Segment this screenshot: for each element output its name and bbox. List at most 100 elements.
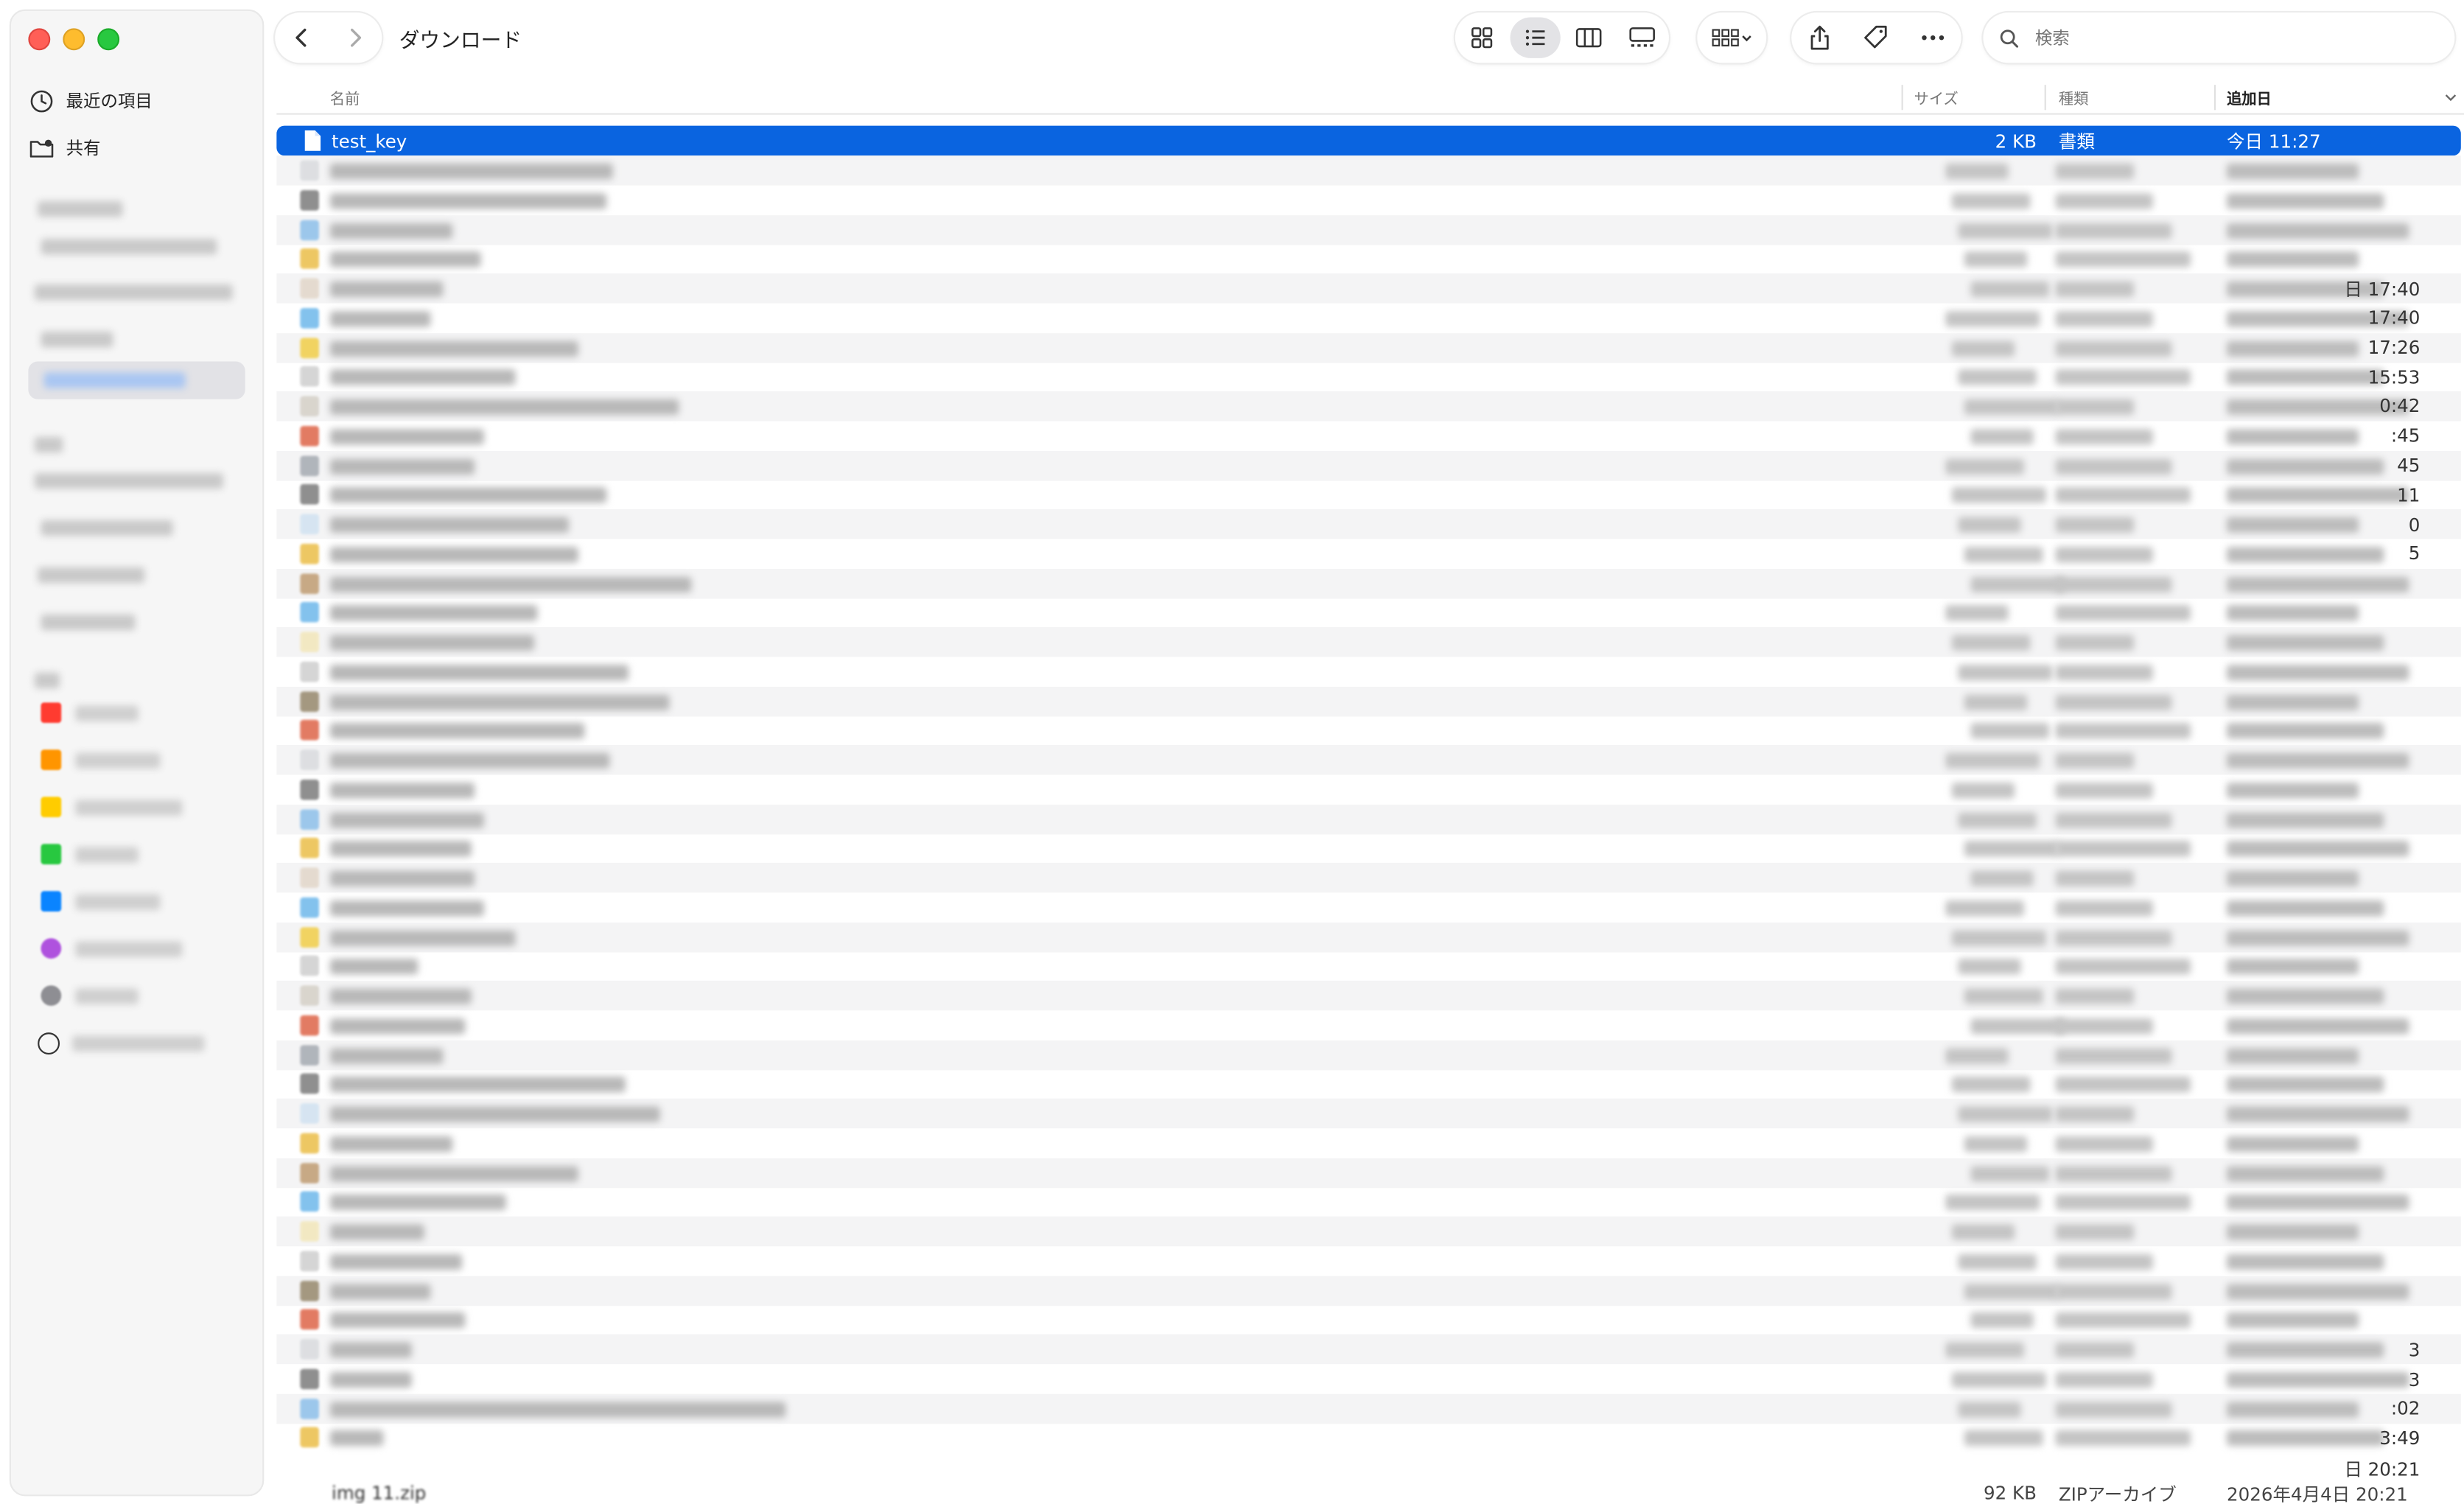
file-row[interactable] (276, 1216, 2461, 1247)
file-row-last[interactable]: img 11.zip 92 KB ZIPアーカイブ 2026年4月4日 20:2… (276, 1482, 2460, 1504)
group-by-icon (1712, 29, 1751, 46)
file-row[interactable] (276, 598, 2460, 628)
tag-button[interactable] (1851, 17, 1901, 57)
back-button[interactable] (275, 13, 329, 63)
file-row[interactable] (276, 1069, 2460, 1099)
file-row[interactable] (276, 1010, 2460, 1040)
file-row[interactable] (276, 833, 2460, 864)
gallery-view-button[interactable] (1617, 17, 1667, 57)
file-row[interactable] (276, 185, 2460, 215)
file-row[interactable] (276, 892, 2460, 923)
file-name-obscured (329, 340, 578, 357)
file-row[interactable] (276, 539, 2460, 569)
zoom-button[interactable] (97, 28, 120, 51)
file-row[interactable] (276, 921, 2461, 952)
file-row[interactable] (276, 980, 2461, 1011)
file-row[interactable] (276, 1334, 2461, 1365)
file-row[interactable] (276, 1364, 2460, 1394)
file-row[interactable] (276, 657, 2460, 687)
more-button[interactable] (1908, 17, 1958, 57)
file-row[interactable] (276, 803, 2461, 834)
file-row[interactable] (276, 480, 2460, 510)
column-view-button[interactable] (1564, 17, 1614, 57)
sidebar-item-shared[interactable]: 共有 (28, 130, 100, 165)
file-date-obscured (2227, 340, 2359, 357)
file-row[interactable] (276, 1423, 2460, 1453)
file-kind-obscured (2055, 929, 2172, 945)
file-row[interactable] (276, 685, 2461, 716)
file-row[interactable] (276, 1039, 2461, 1070)
sidebar-item-recents[interactable]: 最近の項目 (28, 83, 153, 118)
file-row[interactable] (276, 508, 2461, 539)
search-input[interactable] (2031, 26, 2415, 50)
list-view-button[interactable] (1510, 17, 1561, 58)
sidebar-tag-item[interactable] (41, 797, 229, 819)
column-header-name[interactable]: 名前 (330, 82, 360, 113)
file-row[interactable] (276, 362, 2460, 392)
file-icon (300, 985, 319, 1006)
all-tags-icon[interactable] (38, 1032, 60, 1055)
column-view-icon (1575, 28, 1602, 48)
sidebar-tag-item[interactable] (41, 749, 229, 772)
column-header-kind[interactable]: 種類 (2059, 82, 2089, 113)
file-row[interactable] (276, 1393, 2461, 1424)
file-date-added: 2026年4月4日 20:21 (2227, 1483, 2408, 1504)
share-button[interactable] (1795, 17, 1845, 57)
file-row[interactable] (276, 744, 2461, 775)
file-row[interactable] (276, 774, 2460, 805)
close-button[interactable] (28, 28, 51, 51)
column-divider[interactable] (2213, 85, 2216, 111)
sidebar-tag-item[interactable] (41, 938, 229, 960)
gallery-view-icon (1629, 27, 1655, 47)
file-size-obscured (1951, 929, 2046, 945)
file-row[interactable] (276, 716, 2460, 746)
file-date-obscured (2227, 428, 2359, 445)
sidebar-tag-item[interactable] (41, 891, 229, 913)
search-field[interactable] (1983, 13, 2455, 63)
file-icon (300, 720, 319, 741)
icon-view-button[interactable] (1457, 17, 1507, 57)
file-date-obscured (2227, 693, 2359, 710)
sidebar-selected-item[interactable] (28, 361, 245, 399)
column-header-size[interactable]: サイズ (1914, 82, 1959, 113)
sidebar-tag-item[interactable] (41, 985, 229, 1007)
forward-button[interactable] (329, 13, 382, 63)
column-divider[interactable] (2044, 85, 2046, 111)
sidebar-obscured-item (41, 520, 173, 536)
file-date-obscured (2227, 605, 2359, 621)
file-row[interactable] (276, 862, 2461, 893)
file-row[interactable] (276, 626, 2461, 657)
file-row[interactable] (276, 1098, 2461, 1129)
file-row[interactable] (276, 1128, 2460, 1158)
file-row[interactable] (276, 1305, 2460, 1335)
file-row[interactable] (276, 951, 2460, 982)
file-row[interactable] (276, 244, 2460, 274)
minimize-button[interactable] (63, 28, 85, 51)
file-row[interactable] (276, 332, 2461, 363)
file-row[interactable] (276, 1275, 2461, 1306)
file-row[interactable] (276, 1157, 2461, 1188)
file-row[interactable] (276, 567, 2461, 598)
column-divider[interactable] (1901, 85, 1903, 111)
file-row[interactable] (276, 273, 2461, 304)
file-row[interactable] (276, 391, 2461, 422)
file-kind-obscured (2055, 546, 2153, 562)
sidebar-tag-item[interactable] (41, 702, 229, 724)
file-row[interactable] (276, 303, 2460, 333)
file-row[interactable] (276, 214, 2461, 245)
file-row[interactable] (276, 1246, 2460, 1276)
file-row-selected[interactable]: test_key 2 KB 書類 今日 11:27 (276, 125, 2461, 156)
file-size-obscured (1945, 605, 2009, 621)
file-date-obscured (2227, 988, 2384, 1004)
file-row[interactable] (276, 450, 2461, 480)
file-row[interactable] (276, 421, 2460, 451)
sidebar-tag-item[interactable] (41, 844, 229, 866)
file-name-obscured (329, 192, 607, 209)
file-name-obscured (329, 723, 585, 739)
file-row[interactable] (276, 155, 2461, 186)
column-header-date-added[interactable]: 追加日 (2227, 82, 2272, 113)
time-fragment: 0:42 (2379, 394, 2421, 417)
file-row[interactable] (276, 1187, 2460, 1217)
group-by-button[interactable] (1697, 13, 1767, 63)
file-kind-obscured (2055, 399, 2135, 416)
